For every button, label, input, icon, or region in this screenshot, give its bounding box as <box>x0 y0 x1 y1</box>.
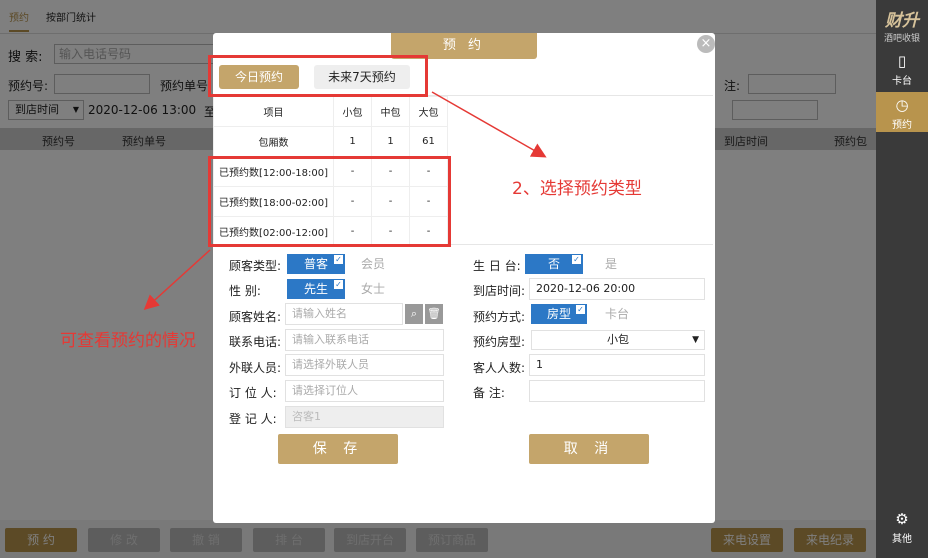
stats-header-item: 项目 <box>213 96 334 127</box>
save-button[interactable]: 保 存 <box>278 434 398 464</box>
stats-cell: 1 <box>333 126 372 157</box>
annotation-box-stats <box>208 156 451 247</box>
stats-cell: 61 <box>409 126 448 157</box>
guests-label: 客人人数: <box>473 361 526 375</box>
reservation-dialog: 预 约 × 今日预约 未来7天预约 项目 小包 中包 大包 包厢数 1 1 61… <box>213 33 715 523</box>
gender-female[interactable]: 女士 <box>351 279 395 299</box>
customer-type-regular[interactable]: 普客 ✓ <box>287 254 345 274</box>
liaison-label: 外联人员: <box>229 361 282 375</box>
sidebar-item-other[interactable]: ⚙ 其他 <box>876 506 928 546</box>
remark-label: 备 注: <box>473 386 505 400</box>
registrar-input: 咨客1 <box>285 406 444 428</box>
arrival-time-input[interactable]: 2020-12-06 20:00 <box>529 278 705 300</box>
door-icon: ▯ <box>897 52 907 70</box>
birthday-label: 生 日 台: <box>473 259 521 273</box>
check-icon: ✓ <box>334 255 343 264</box>
trash-icon[interactable]: 🗑 <box>425 304 443 324</box>
customer-type-label: 顾客类型: <box>229 259 282 273</box>
sidebar-item-tables[interactable]: ▯ 卡台 <box>876 48 928 88</box>
cancel-button[interactable]: 取 消 <box>529 434 649 464</box>
booker-input[interactable]: 请选择订位人 <box>285 380 444 402</box>
method-label: 预约方式: <box>473 310 526 324</box>
gender-male[interactable]: 先生 ✓ <box>287 279 345 299</box>
app-logo: 财升 酒吧收银 <box>883 11 920 44</box>
guests-input[interactable]: 1 <box>529 354 705 376</box>
stats-cell: 1 <box>371 126 410 157</box>
birthday-yes[interactable]: 是 <box>591 254 631 274</box>
stats-header-large: 大包 <box>409 96 448 127</box>
annotation-box-type-tabs <box>208 55 428 97</box>
room-type-select[interactable]: 小包 ▼ <box>531 330 705 350</box>
liaison-input[interactable]: 请选择外联人员 <box>285 354 444 376</box>
method-card-table[interactable]: 卡台 <box>597 304 637 324</box>
stats-row: 包厢数 1 1 61 <box>213 126 448 157</box>
check-icon: ✓ <box>576 305 585 314</box>
right-sidebar: 财升 酒吧收银 ▯ 卡台 ◷ 预约 ⚙ 其他 <box>876 0 928 558</box>
name-label: 顾客姓名: <box>229 310 282 324</box>
close-icon[interactable]: × <box>697 35 715 53</box>
annotation-text-view-status: 可查看预约的情况 <box>60 331 196 351</box>
birthday-no[interactable]: 否 ✓ <box>525 254 583 274</box>
name-input[interactable]: 请输入姓名 <box>285 303 403 325</box>
method-room-type[interactable]: 房型 ✓ <box>531 304 587 324</box>
phone-input[interactable]: 请输入联系电话 <box>285 329 444 351</box>
phone-label: 联系电话: <box>229 335 282 349</box>
booker-label: 订 位 人: <box>229 386 277 400</box>
gender-label: 性 别: <box>229 284 261 298</box>
check-icon: ✓ <box>334 280 343 289</box>
customer-type-member[interactable]: 会员 <box>351 254 395 274</box>
stats-header-row: 项目 小包 中包 大包 <box>213 96 448 127</box>
registrar-label: 登 记 人: <box>229 412 277 426</box>
search-icon[interactable]: ⌕ <box>405 304 423 324</box>
stats-cell: 包厢数 <box>213 126 334 157</box>
annotation-text-select-type: 2、选择预约类型 <box>512 179 642 199</box>
room-type-label: 预约房型: <box>473 335 526 349</box>
clock-icon: ◷ <box>895 96 909 114</box>
remark-input[interactable] <box>529 380 705 402</box>
check-icon: ✓ <box>572 255 581 264</box>
stats-header-medium: 中包 <box>371 96 410 127</box>
arrival-time-label: 到店时间: <box>473 284 526 298</box>
sidebar-item-reservation[interactable]: ◷ 预约 <box>876 92 928 132</box>
gear-icon: ⚙ <box>895 510 909 528</box>
stats-header-small: 小包 <box>333 96 372 127</box>
chevron-down-icon: ▼ <box>692 335 699 345</box>
